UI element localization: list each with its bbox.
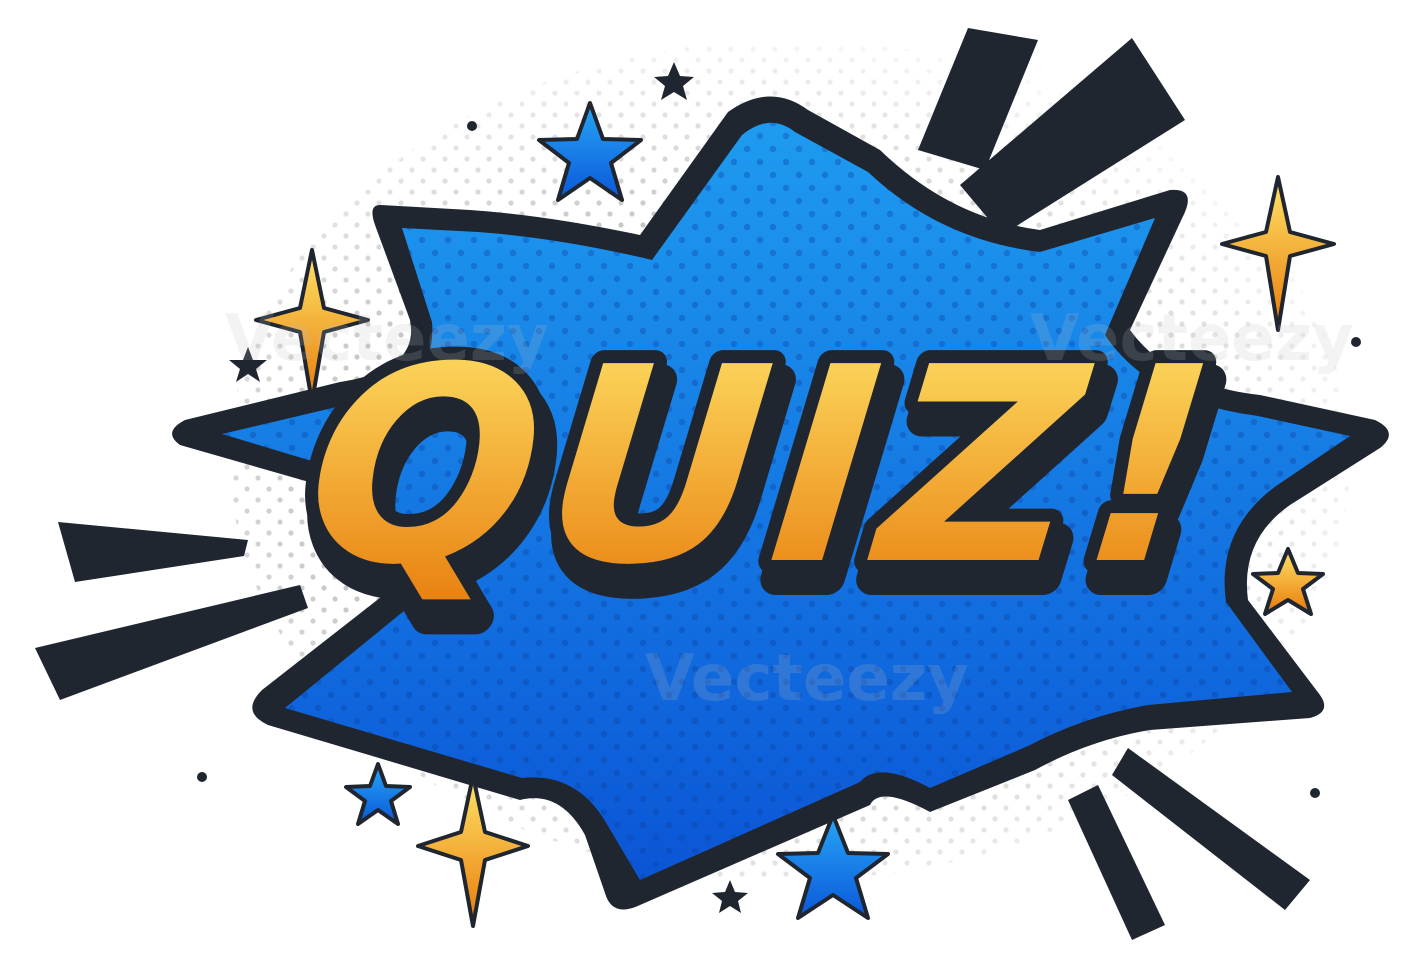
dark-star-icon	[712, 880, 748, 913]
halftone-dot-icon	[197, 772, 207, 782]
action-line-icon	[35, 585, 308, 700]
quiz-illustration: QUIZ! QUIZ! QUIZ! Vecteezy Vecteezy Vect…	[35, 28, 1389, 940]
watermark-text: Vecteezy	[1030, 302, 1354, 376]
action-line-icon	[1068, 785, 1165, 940]
watermark-text: Vecteezy	[225, 302, 549, 376]
watermark-text: Vecteezy	[645, 642, 969, 716]
halftone-dot-icon	[1310, 788, 1320, 798]
action-line-icon	[58, 522, 248, 582]
blue-star-icon	[344, 762, 412, 826]
halftone-dot-icon	[467, 121, 477, 131]
quiz-graphic: QUIZ! QUIZ! QUIZ! Vecteezy Vecteezy Vect…	[0, 0, 1425, 980]
